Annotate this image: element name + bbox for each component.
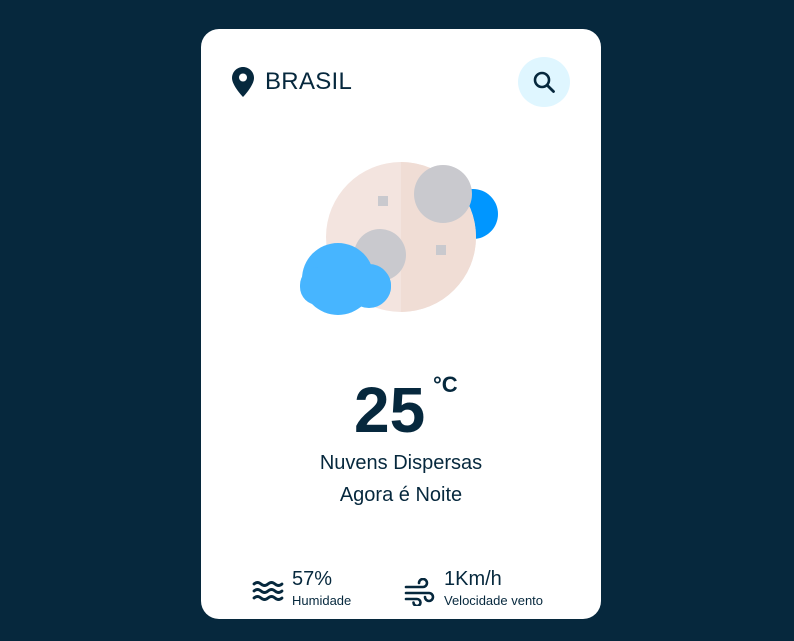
waves-icon [252, 581, 284, 601]
location-name: BRASIL [265, 68, 353, 95]
search-button[interactable] [518, 57, 570, 107]
temperature-unit: °C [433, 372, 458, 397]
wind-label: Velocidade vento [444, 593, 544, 608]
wind-icon [404, 578, 435, 606]
location-header: BRASIL [232, 67, 352, 97]
wind-stat: 1Km/h Velocidade vento [404, 567, 543, 609]
wind-value: 1Km/h [444, 568, 502, 590]
humidity-label: Humidade [292, 593, 352, 608]
temperature-row: 25 °C [201, 372, 601, 446]
weather-card: BRASIL 25 °C Nuvens Dispersas Agora é No… [201, 29, 601, 619]
temperature-value: 25 [354, 374, 426, 446]
crater-shape [414, 165, 472, 223]
moon-with-clouds-icon [300, 162, 498, 315]
humidity-stat: 57% Humidade [252, 567, 351, 609]
search-icon [533, 71, 555, 93]
map-pin-icon [232, 67, 254, 97]
humidity-value: 57% [292, 568, 333, 590]
weather-description: Nuvens Dispersas [319, 452, 483, 474]
time-of-day: Agora é Noite [339, 484, 463, 506]
